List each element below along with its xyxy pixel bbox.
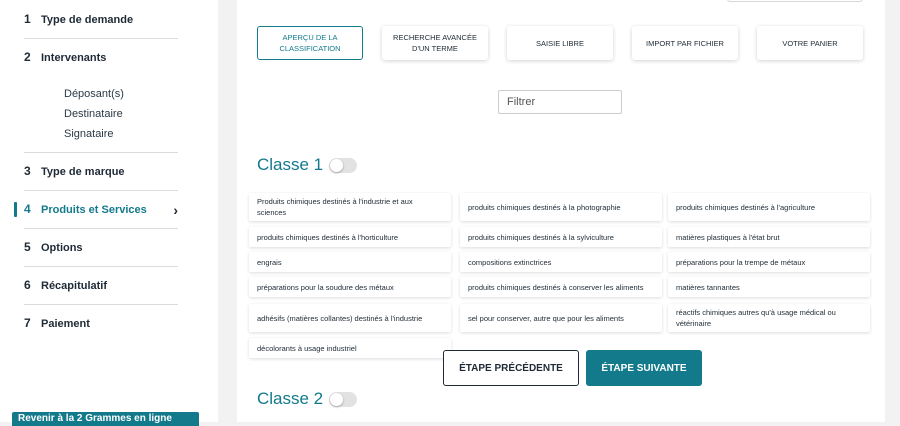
tab-import-fichier[interactable]: IMPORT PAR FICHIER bbox=[632, 26, 738, 60]
term-chip[interactable]: préparations pour la trempe de métaux bbox=[668, 252, 870, 272]
step-paiement[interactable]: 7 Paiement bbox=[24, 316, 178, 342]
term-chip[interactable]: Produits chimiques destinés à l'industri… bbox=[249, 193, 451, 221]
term-chip[interactable]: compositions extinctrices bbox=[460, 252, 662, 272]
divider bbox=[24, 152, 178, 153]
term-chip[interactable]: matières tannantes bbox=[668, 277, 870, 297]
step-intervenants[interactable]: 2 Intervenants bbox=[24, 50, 178, 76]
step-number: 6 bbox=[24, 278, 31, 292]
term-chip[interactable]: produits chimiques destinés à l'agricult… bbox=[668, 193, 870, 221]
term-chip[interactable]: produits chimiques destinés à la photogr… bbox=[460, 193, 662, 221]
sub-item-destinataire[interactable]: Destinataire bbox=[64, 108, 123, 120]
tab-votre-panier[interactable]: VOTRE PANIER bbox=[757, 26, 863, 60]
filter-input[interactable] bbox=[498, 90, 622, 114]
term-chip[interactable]: réactifs chimiques autres qu'à usage méd… bbox=[668, 304, 870, 332]
class-1-title: Classe 1 bbox=[257, 155, 324, 174]
step-options[interactable]: 5 Options bbox=[24, 240, 178, 267]
active-step-indicator bbox=[14, 202, 17, 217]
step-number: 5 bbox=[24, 240, 31, 254]
term-chip[interactable]: préparations pour la soudure des métaux bbox=[249, 277, 451, 297]
step-label: Paiement bbox=[41, 318, 90, 330]
sidebar: 1 Type de demande 2 Intervenants Déposant(… bbox=[0, 0, 218, 426]
step-number: 4 bbox=[24, 202, 31, 216]
step-number: 2 bbox=[24, 50, 31, 64]
term-chip[interactable]: produits chimiques destinés à la sylvicu… bbox=[460, 227, 662, 247]
sub-item-deposants[interactable]: Déposant(s) bbox=[64, 88, 124, 100]
return-button[interactable]: Revenir à la 2 Grammes en ligne bbox=[12, 412, 199, 426]
term-chip[interactable]: décolorants à usage industriel bbox=[249, 338, 451, 358]
class-1-toggle[interactable] bbox=[329, 158, 357, 173]
term-chip[interactable]: produits chimiques destinés à l'horticul… bbox=[249, 227, 451, 247]
step-type-de-marque[interactable]: 3 Type de marque bbox=[24, 164, 178, 191]
step-label: Type de marque bbox=[41, 166, 125, 178]
tab-apercu-classification[interactable]: APERÇU DE LA CLASSIFICATION bbox=[257, 26, 363, 60]
step-label: Intervenants bbox=[41, 52, 107, 64]
step-produits-et-services[interactable]: 4 Produits et Services › bbox=[24, 202, 178, 229]
step-number: 7 bbox=[24, 316, 31, 330]
class-2-title: Classe 2 bbox=[257, 389, 324, 408]
step-number: 1 bbox=[24, 12, 31, 26]
previous-step-button[interactable]: ÉTAPE PRÉCÉDENTE bbox=[443, 350, 579, 386]
step-type-de-demande[interactable]: 1 Type de demande bbox=[24, 12, 178, 39]
step-label: Produits et Services bbox=[41, 204, 147, 216]
term-chip[interactable]: adhésifs (matières collantes) destinés à… bbox=[249, 304, 451, 332]
next-step-button[interactable]: ÉTAPE SUIVANTE bbox=[586, 350, 702, 386]
term-chip[interactable]: sel pour conserver, autre que pour les a… bbox=[460, 304, 662, 332]
tab-saisie-libre[interactable]: SAISIE LIBRE bbox=[507, 26, 613, 60]
class-2-toggle[interactable] bbox=[329, 392, 357, 407]
step-label: Options bbox=[41, 242, 83, 254]
tab-recherche-avancee[interactable]: RECHERCHE AVANCÉE D'UN TERME bbox=[382, 26, 488, 60]
term-chip[interactable]: produits chimiques destinés à conserver … bbox=[460, 277, 662, 297]
term-chip[interactable]: engrais bbox=[249, 252, 451, 272]
step-recapitulatif[interactable]: 6 Récapitulatif bbox=[24, 278, 178, 305]
step-label: Type de demande bbox=[41, 14, 134, 26]
step-label: Récapitulatif bbox=[41, 280, 108, 292]
step-number: 3 bbox=[24, 164, 31, 178]
top-field-stub[interactable] bbox=[727, 0, 863, 2]
term-chip[interactable]: matières plastiques à l'état brut bbox=[668, 227, 870, 247]
chevron-right-icon: › bbox=[173, 202, 178, 218]
sub-item-signataire[interactable]: Signataire bbox=[64, 128, 114, 140]
